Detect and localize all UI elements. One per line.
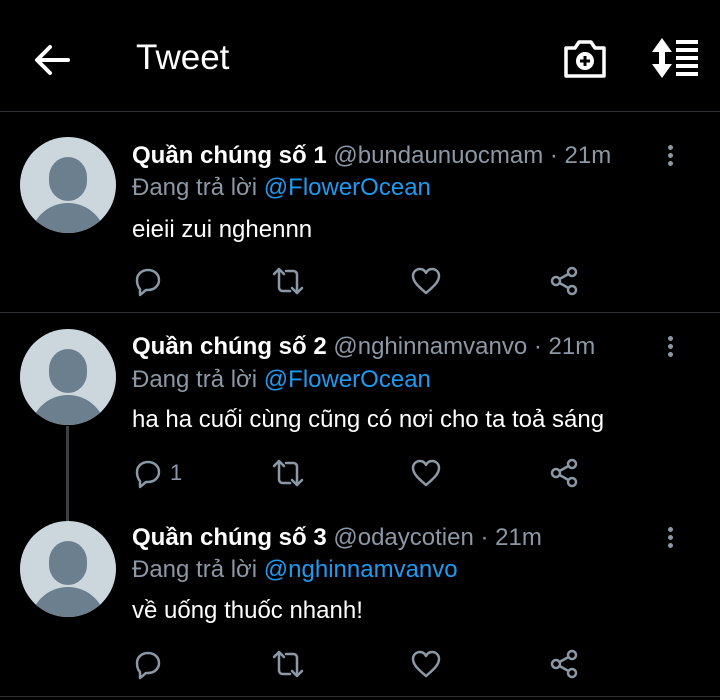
- share-icon: [550, 458, 578, 488]
- timestamp: 21m: [564, 142, 612, 169]
- mention-link[interactable]: @FlowerOcean: [264, 174, 431, 201]
- like-button[interactable]: [410, 456, 442, 490]
- more-options-button[interactable]: [660, 142, 680, 172]
- reply-tweet-3[interactable]: Quần chúng số 3 @odaycotien · 21m Đang t…: [0, 503, 720, 697]
- sort-button[interactable]: [648, 36, 700, 80]
- share-button[interactable]: [548, 647, 580, 681]
- reply-button[interactable]: [132, 647, 170, 681]
- back-arrow-icon: [35, 45, 70, 75]
- display-name[interactable]: Quần chúng số 2: [132, 333, 327, 360]
- reply-tweet-1[interactable]: Quần chúng số 1 @bundaunuocmam · 21m Đan…: [0, 112, 720, 313]
- separator: ·: [533, 333, 542, 360]
- user-handle[interactable]: @odaycotien: [333, 524, 473, 551]
- retweet-icon: [272, 650, 304, 678]
- retweet-icon: [272, 459, 304, 487]
- like-button[interactable]: [410, 647, 442, 681]
- share-icon: [550, 649, 578, 679]
- user-handle[interactable]: @nghinnamvanvo: [333, 333, 527, 360]
- avatar[interactable]: [20, 137, 116, 233]
- like-icon: [411, 267, 441, 295]
- share-icon: [550, 266, 578, 296]
- mention-link[interactable]: @FlowerOcean: [264, 366, 431, 393]
- reply-icon: [135, 268, 161, 297]
- avatar[interactable]: [20, 329, 116, 425]
- avatar[interactable]: [20, 521, 116, 617]
- more-vertical-icon: [667, 336, 673, 341]
- reply-count: 1: [170, 460, 183, 485]
- tweet-text: eieii zui nghennn: [132, 216, 313, 243]
- camera-button[interactable]: [562, 38, 608, 80]
- page-title: Tweet: [136, 38, 230, 77]
- camera-plus-icon: [564, 40, 606, 78]
- like-button[interactable]: [410, 264, 442, 298]
- replying-prefix: Đang trả lời: [132, 174, 258, 201]
- mention-link[interactable]: @nghinnamvanvo: [264, 556, 458, 583]
- tweet-text: ha ha cuối cùng cũng có nơi cho ta toả s…: [132, 406, 605, 433]
- separator: ·: [480, 524, 489, 551]
- retweet-button[interactable]: [272, 647, 304, 681]
- reply-tweet-2[interactable]: Quần chúng số 2 @nghinnamvanvo · 21m Đan…: [0, 313, 720, 503]
- more-options-button[interactable]: [660, 524, 680, 554]
- separator: ·: [549, 142, 558, 169]
- sort-icon: [652, 38, 698, 78]
- more-options-button[interactable]: [660, 333, 680, 363]
- top-app-bar: Tweet: [0, 0, 720, 112]
- retweet-button[interactable]: [272, 456, 304, 490]
- like-icon: [411, 459, 441, 487]
- reply-button[interactable]: [132, 264, 170, 298]
- share-button[interactable]: [548, 264, 580, 298]
- timestamp: 21m: [495, 524, 542, 551]
- more-vertical-icon: [667, 527, 673, 532]
- more-vertical-icon: [667, 145, 673, 150]
- replying-prefix: Đang trả lời: [132, 366, 258, 393]
- retweet-icon: [272, 267, 304, 295]
- back-button[interactable]: [30, 38, 74, 82]
- like-icon: [411, 650, 441, 678]
- timestamp: 21m: [548, 333, 596, 360]
- reply-button[interactable]: 1: [132, 456, 182, 490]
- share-button[interactable]: [548, 456, 580, 490]
- replying-prefix: Đang trả lời: [132, 556, 258, 583]
- user-handle[interactable]: @bundaunuocmam: [333, 142, 543, 169]
- reply-icon: [135, 651, 161, 680]
- retweet-button[interactable]: [272, 264, 304, 298]
- reply-icon: [135, 460, 161, 489]
- tweet-text: về uống thuốc nhanh!: [132, 597, 363, 624]
- display-name[interactable]: Quần chúng số 1: [132, 142, 327, 169]
- display-name[interactable]: Quần chúng số 3: [132, 524, 327, 551]
